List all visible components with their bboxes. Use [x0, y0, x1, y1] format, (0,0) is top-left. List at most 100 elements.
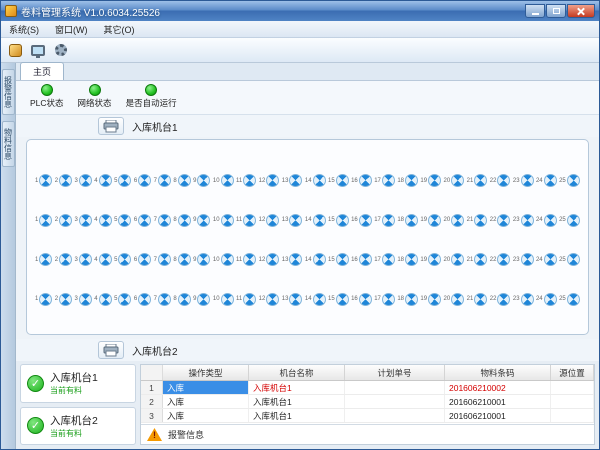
reel-position[interactable]: 4	[94, 214, 111, 227]
reel-position[interactable]: 24	[536, 293, 557, 306]
table-cell[interactable]: 入库	[163, 381, 249, 394]
reel-position[interactable]: 18	[397, 253, 418, 266]
reel-position[interactable]: 24	[536, 174, 557, 187]
table-cell[interactable]: 入库机台1	[249, 409, 345, 422]
reel-position[interactable]: 11	[236, 214, 256, 227]
reel-position[interactable]: 18	[397, 214, 418, 227]
maximize-button[interactable]	[546, 4, 566, 18]
table-row[interactable]: 2入库入库机台1201606210001	[141, 395, 594, 409]
col-source[interactable]: 源位置	[551, 365, 594, 380]
reel-position[interactable]: 23	[513, 293, 534, 306]
reel-position[interactable]: 18	[397, 293, 418, 306]
reel-position[interactable]: 16	[351, 293, 372, 306]
print-button-station2[interactable]	[98, 341, 124, 359]
reel-position[interactable]: 10	[213, 293, 234, 306]
reel-position[interactable]: 17	[374, 214, 395, 227]
reel-position[interactable]: 11	[236, 174, 256, 187]
reel-position[interactable]: 9	[193, 214, 210, 227]
reel-position[interactable]: 21	[467, 253, 488, 266]
table-cell[interactable]	[345, 409, 445, 422]
table-cell[interactable]: 2	[141, 395, 163, 408]
col-machine[interactable]: 机台名称	[249, 365, 345, 380]
reel-position[interactable]: 19	[420, 293, 441, 306]
reel-position[interactable]: 12	[259, 293, 280, 306]
reel-position[interactable]: 6	[134, 174, 151, 187]
table-cell[interactable]: 201606210001	[445, 409, 551, 422]
close-button[interactable]	[567, 4, 595, 18]
reel-position[interactable]: 7	[154, 253, 171, 266]
reel-position[interactable]: 7	[154, 293, 171, 306]
reel-position[interactable]: 10	[213, 174, 234, 187]
reel-position[interactable]: 13	[282, 293, 303, 306]
table-cell[interactable]	[551, 395, 594, 408]
table-row[interactable]: 1入库入库机台1 201606210002	[141, 381, 594, 395]
table-cell[interactable]: 入库	[163, 409, 249, 422]
reel-position[interactable]: 16	[351, 253, 372, 266]
reel-position[interactable]: 8	[173, 214, 190, 227]
reel-position[interactable]: 23	[513, 253, 534, 266]
col-plan[interactable]: 计划单号	[345, 365, 445, 380]
col-barcode[interactable]: 物料条码	[445, 365, 551, 380]
reel-position[interactable]: 9	[193, 174, 210, 187]
table-cell[interactable]: 入库机台1	[249, 381, 345, 394]
reel-position[interactable]: 22	[490, 174, 511, 187]
print-button-station1[interactable]	[98, 117, 124, 135]
reel-position[interactable]: 15	[328, 214, 349, 227]
reel-position[interactable]: 10	[213, 214, 234, 227]
reel-position[interactable]: 19	[420, 214, 441, 227]
reel-position[interactable]: 22	[490, 293, 511, 306]
table-cell[interactable]: 入库	[163, 395, 249, 408]
reel-position[interactable]: 22	[490, 253, 511, 266]
reel-position[interactable]: 9	[193, 253, 210, 266]
reel-position[interactable]: 8	[173, 293, 190, 306]
reel-position[interactable]: 16	[351, 174, 372, 187]
station2-card[interactable]: ✓ 入库机台2 当前有料	[20, 407, 136, 446]
reel-position[interactable]: 4	[94, 293, 111, 306]
reel-position[interactable]: 11	[236, 293, 256, 306]
table-cell[interactable]	[345, 395, 445, 408]
reel-position[interactable]: 5	[114, 293, 131, 306]
table-cell[interactable]: 201606210002	[445, 381, 551, 394]
reel-position[interactable]: 12	[259, 174, 280, 187]
table-cell[interactable]: 1	[141, 381, 163, 394]
reel-position[interactable]: 8	[173, 174, 190, 187]
reel-position[interactable]: 6	[134, 214, 151, 227]
reel-position[interactable]: 6	[134, 253, 151, 266]
table-cell[interactable]: 3	[141, 409, 163, 422]
reel-position[interactable]: 21	[467, 293, 488, 306]
reel-position[interactable]: 19	[420, 253, 441, 266]
table-row[interactable]: 3入库入库机台1 201606210001	[141, 409, 594, 423]
reel-position[interactable]: 5	[114, 253, 131, 266]
reel-position[interactable]: 20	[444, 253, 465, 266]
col-op-type[interactable]: 操作类型	[163, 365, 249, 380]
table-cell[interactable]	[345, 381, 445, 394]
reel-position[interactable]: 2	[55, 214, 72, 227]
table-cell[interactable]	[551, 381, 594, 394]
reel-position[interactable]: 16	[351, 214, 372, 227]
reel-position[interactable]: 20	[444, 174, 465, 187]
reel-position[interactable]: 13	[282, 214, 303, 227]
reel-position[interactable]: 24	[536, 253, 557, 266]
table-cell[interactable]	[551, 409, 594, 422]
reel-position[interactable]: 8	[173, 253, 190, 266]
reel-position[interactable]: 15	[328, 253, 349, 266]
reel-position[interactable]: 4	[94, 253, 111, 266]
reel-position[interactable]: 1	[35, 214, 52, 227]
menu-system[interactable]: 系统(S)	[1, 21, 47, 38]
reel-position[interactable]: 3	[75, 253, 92, 266]
reel-position[interactable]: 1	[35, 293, 52, 306]
reel-position[interactable]: 2	[55, 253, 72, 266]
reel-position[interactable]: 11	[236, 253, 256, 266]
reel-position[interactable]: 19	[420, 174, 441, 187]
reel-position[interactable]: 1	[35, 174, 52, 187]
reel-position[interactable]: 18	[397, 174, 418, 187]
reel-position[interactable]: 10	[213, 253, 234, 266]
reel-position[interactable]: 17	[374, 253, 395, 266]
minimize-button[interactable]	[525, 4, 545, 18]
reel-position[interactable]: 5	[114, 174, 131, 187]
reel-position[interactable]: 7	[154, 174, 171, 187]
reel-position[interactable]: 20	[444, 214, 465, 227]
side-tab-material[interactable]: 物料信息	[2, 121, 15, 167]
reel-position[interactable]: 17	[374, 293, 395, 306]
reel-position[interactable]: 24	[536, 214, 557, 227]
